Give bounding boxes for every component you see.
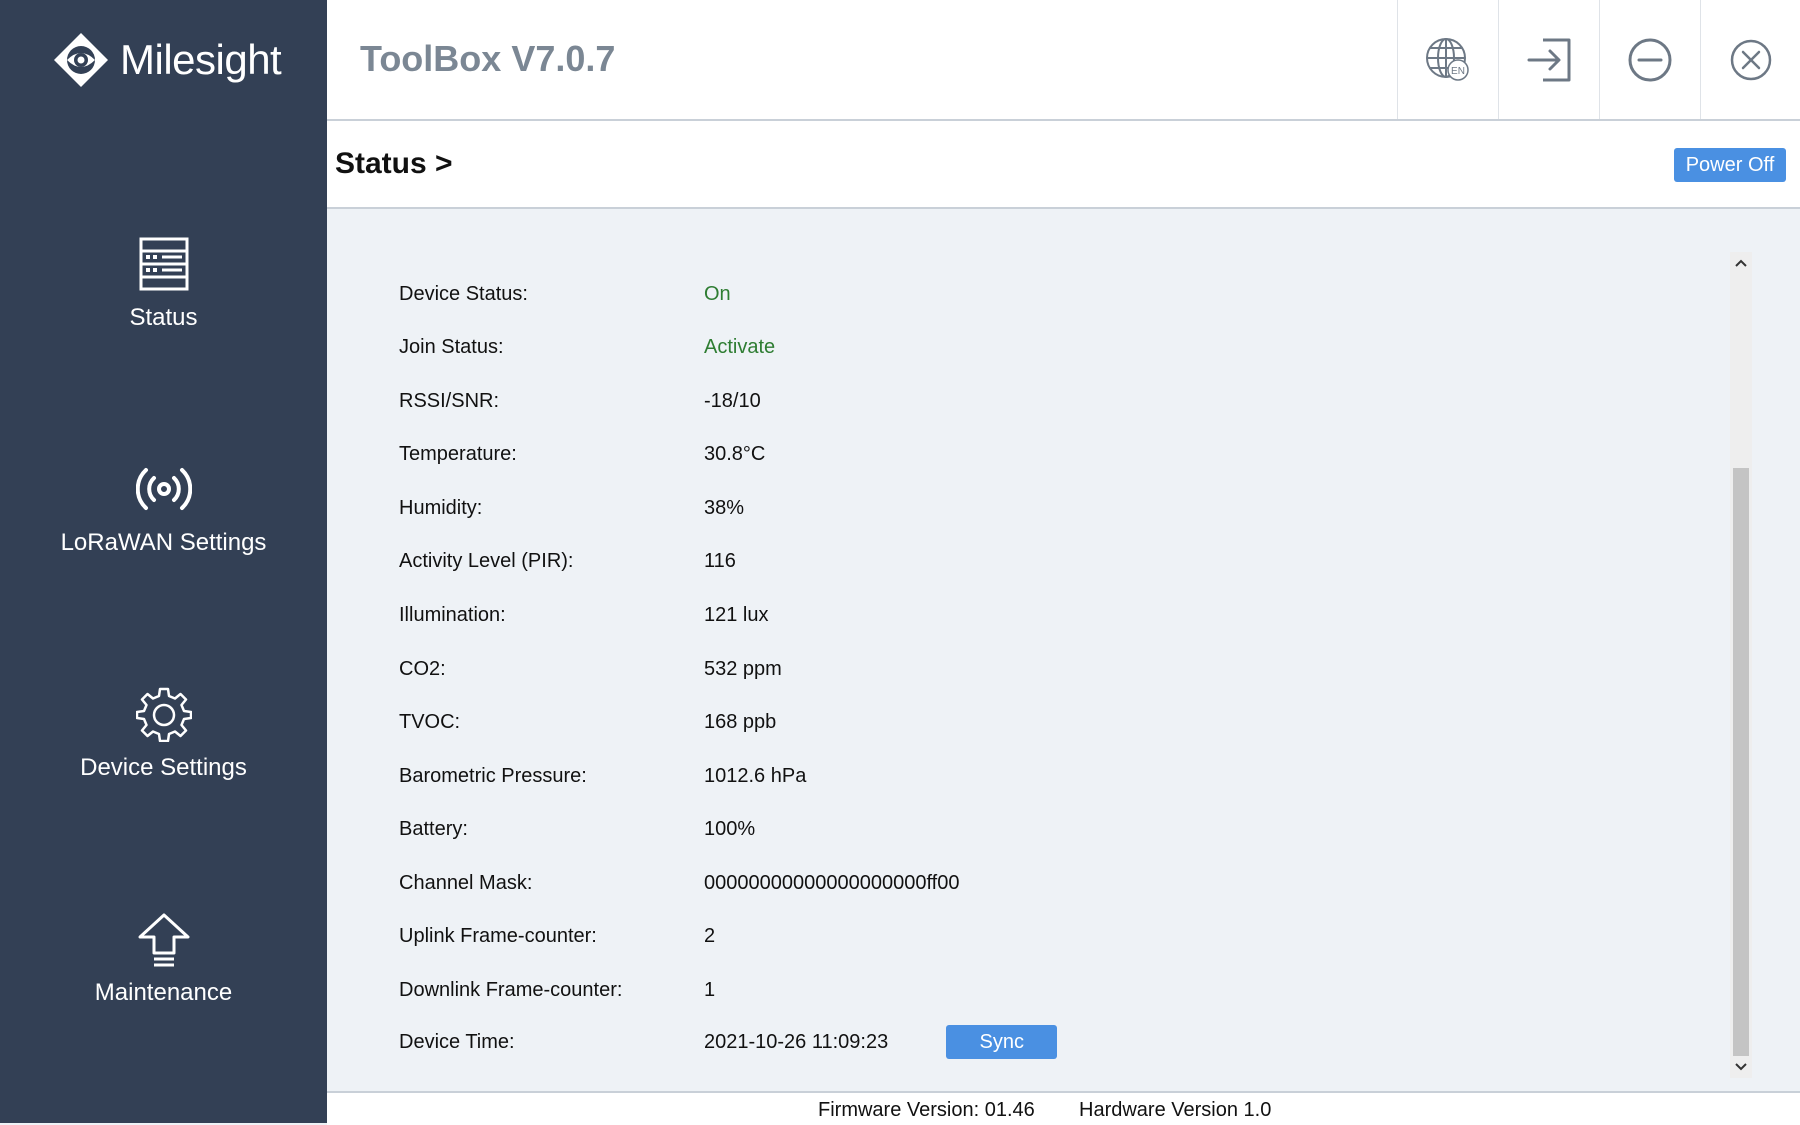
globe-language-icon: EN: [1426, 37, 1469, 81]
status-row-join-status: Join Status: Activate: [399, 327, 1699, 367]
status-row-humidity: Humidity: 38%: [399, 488, 1699, 528]
status-value: 30.8°C: [704, 442, 766, 465]
status-value: 2: [704, 924, 716, 947]
scroll-down-button[interactable]: [1730, 1056, 1752, 1078]
scroll-thumb[interactable]: [1733, 468, 1749, 1056]
milesight-logo-icon: [54, 33, 108, 87]
status-value: On: [704, 282, 731, 305]
sidebar-item-label: Status: [129, 304, 198, 331]
status-row-battery: Battery: 100%: [399, 809, 1699, 849]
status-row-device-status: Device Status: On: [399, 274, 1699, 314]
status-row-barometric-pressure: Barometric Pressure: 1012.6 hPa: [399, 756, 1699, 796]
status-label: Barometric Pressure:: [399, 764, 587, 787]
status-label: Device Status:: [399, 282, 528, 305]
sidebar-item-status[interactable]: Status: [0, 236, 327, 396]
status-row-illumination: Illumination: 121 lux: [399, 595, 1699, 635]
sidebar-item-lorawan-settings[interactable]: LoRaWAN Settings: [0, 461, 327, 621]
status-label: Temperature:: [399, 442, 517, 465]
status-row-temperature: Temperature: 30.8°C: [399, 434, 1699, 474]
brand-name: Milesight: [120, 36, 282, 83]
status-row-tvoc: TVOC: 168 ppb: [399, 702, 1699, 742]
status-label: Illumination:: [399, 603, 506, 626]
status-value: 1: [704, 978, 716, 1001]
sidebar: Milesight Status LoRaWAN Settings Device…: [0, 0, 327, 1123]
section-header: Status > Power Off: [327, 121, 1800, 209]
firmware-version: Firmware Version: 01.46: [818, 1099, 1035, 1121]
sidebar-item-label: LoRaWAN Settings: [60, 529, 267, 556]
status-label: Downlink Frame-counter:: [399, 978, 623, 1001]
scroll-up-button[interactable]: [1730, 252, 1752, 274]
login-icon: [1527, 38, 1571, 81]
status-row-uplink-frame-counter: Uplink Frame-counter: 2: [399, 916, 1699, 956]
status-label: Channel Mask:: [399, 871, 533, 894]
status-value: 1012.6 hPa: [704, 764, 807, 787]
status-value: 38%: [704, 496, 745, 519]
status-label: TVOC:: [399, 710, 461, 733]
status-value: 00000000000000000000ff00: [704, 871, 960, 894]
status-value: 100%: [704, 817, 756, 840]
status-footer: Firmware Version: 01.46 Hardware Version…: [327, 1091, 1800, 1125]
language-button[interactable]: EN: [1397, 0, 1498, 119]
status-label: RSSI/SNR:: [399, 389, 500, 412]
status-label: Uplink Frame-counter:: [399, 924, 597, 947]
status-value: Activate: [704, 335, 776, 358]
status-value: 116: [704, 549, 736, 572]
sync-button[interactable]: Sync: [946, 1025, 1058, 1059]
status-value: -18/10: [704, 389, 761, 412]
status-value: 532 ppm: [704, 657, 782, 680]
chevron-down-icon: [1735, 1063, 1747, 1071]
sidebar-item-label: Device Settings: [80, 754, 247, 781]
status-label: Humidity:: [399, 496, 483, 519]
power-off-button[interactable]: Power Off: [1674, 148, 1786, 182]
status-row-co2: CO2: 532 ppm: [399, 649, 1699, 689]
status-panel: Device Status: On Join Status: Activate …: [327, 209, 1800, 1091]
status-label: Device Time:: [399, 1030, 515, 1053]
sidebar-item-device-settings[interactable]: Device Settings: [0, 686, 327, 846]
title-bar: ToolBox V7.0.7 EN: [327, 0, 1800, 121]
login-button[interactable]: [1498, 0, 1599, 119]
status-label: Activity Level (PIR):: [399, 549, 574, 572]
status-value: 2021-10-26 11:09:23: [704, 1030, 889, 1053]
broadcast-icon: [135, 468, 192, 510]
page-title: Status >: [335, 147, 453, 180]
status-row-downlink-frame-counter: Downlink Frame-counter: 1: [399, 970, 1699, 1010]
upload-arrow-icon: [138, 913, 189, 967]
status-row-rssi-snr: RSSI/SNR: -18/10: [399, 381, 1699, 421]
sidebar-item-maintenance[interactable]: Maintenance: [0, 911, 327, 1071]
status-value: 121 lux: [704, 603, 769, 626]
hardware-version: Hardware Version 1.0: [1079, 1099, 1272, 1121]
status-label: CO2:: [399, 657, 446, 680]
minimize-icon: [1628, 38, 1672, 81]
server-icon: [139, 237, 188, 291]
close-button[interactable]: [1700, 0, 1800, 119]
brand: Milesight: [50, 28, 282, 92]
close-icon: [1730, 39, 1772, 80]
vertical-scrollbar[interactable]: [1730, 252, 1752, 1078]
status-value: 168 ppb: [704, 710, 777, 733]
gear-icon: [135, 687, 192, 742]
status-label: Battery:: [399, 817, 468, 840]
status-row-activity-level: Activity Level (PIR): 116: [399, 541, 1699, 581]
sidebar-item-label: Maintenance: [94, 979, 233, 1006]
language-badge: EN: [1451, 66, 1465, 77]
minimize-button[interactable]: [1599, 0, 1700, 119]
status-row-channel-mask: Channel Mask: 00000000000000000000ff00: [399, 863, 1699, 903]
app-title: ToolBox V7.0.7: [360, 38, 616, 79]
chevron-up-icon: [1735, 259, 1747, 267]
status-label: Join Status:: [399, 335, 504, 358]
status-row-device-time: Device Time: 2021-10-26 11:09:23 Sync: [399, 1022, 1699, 1062]
